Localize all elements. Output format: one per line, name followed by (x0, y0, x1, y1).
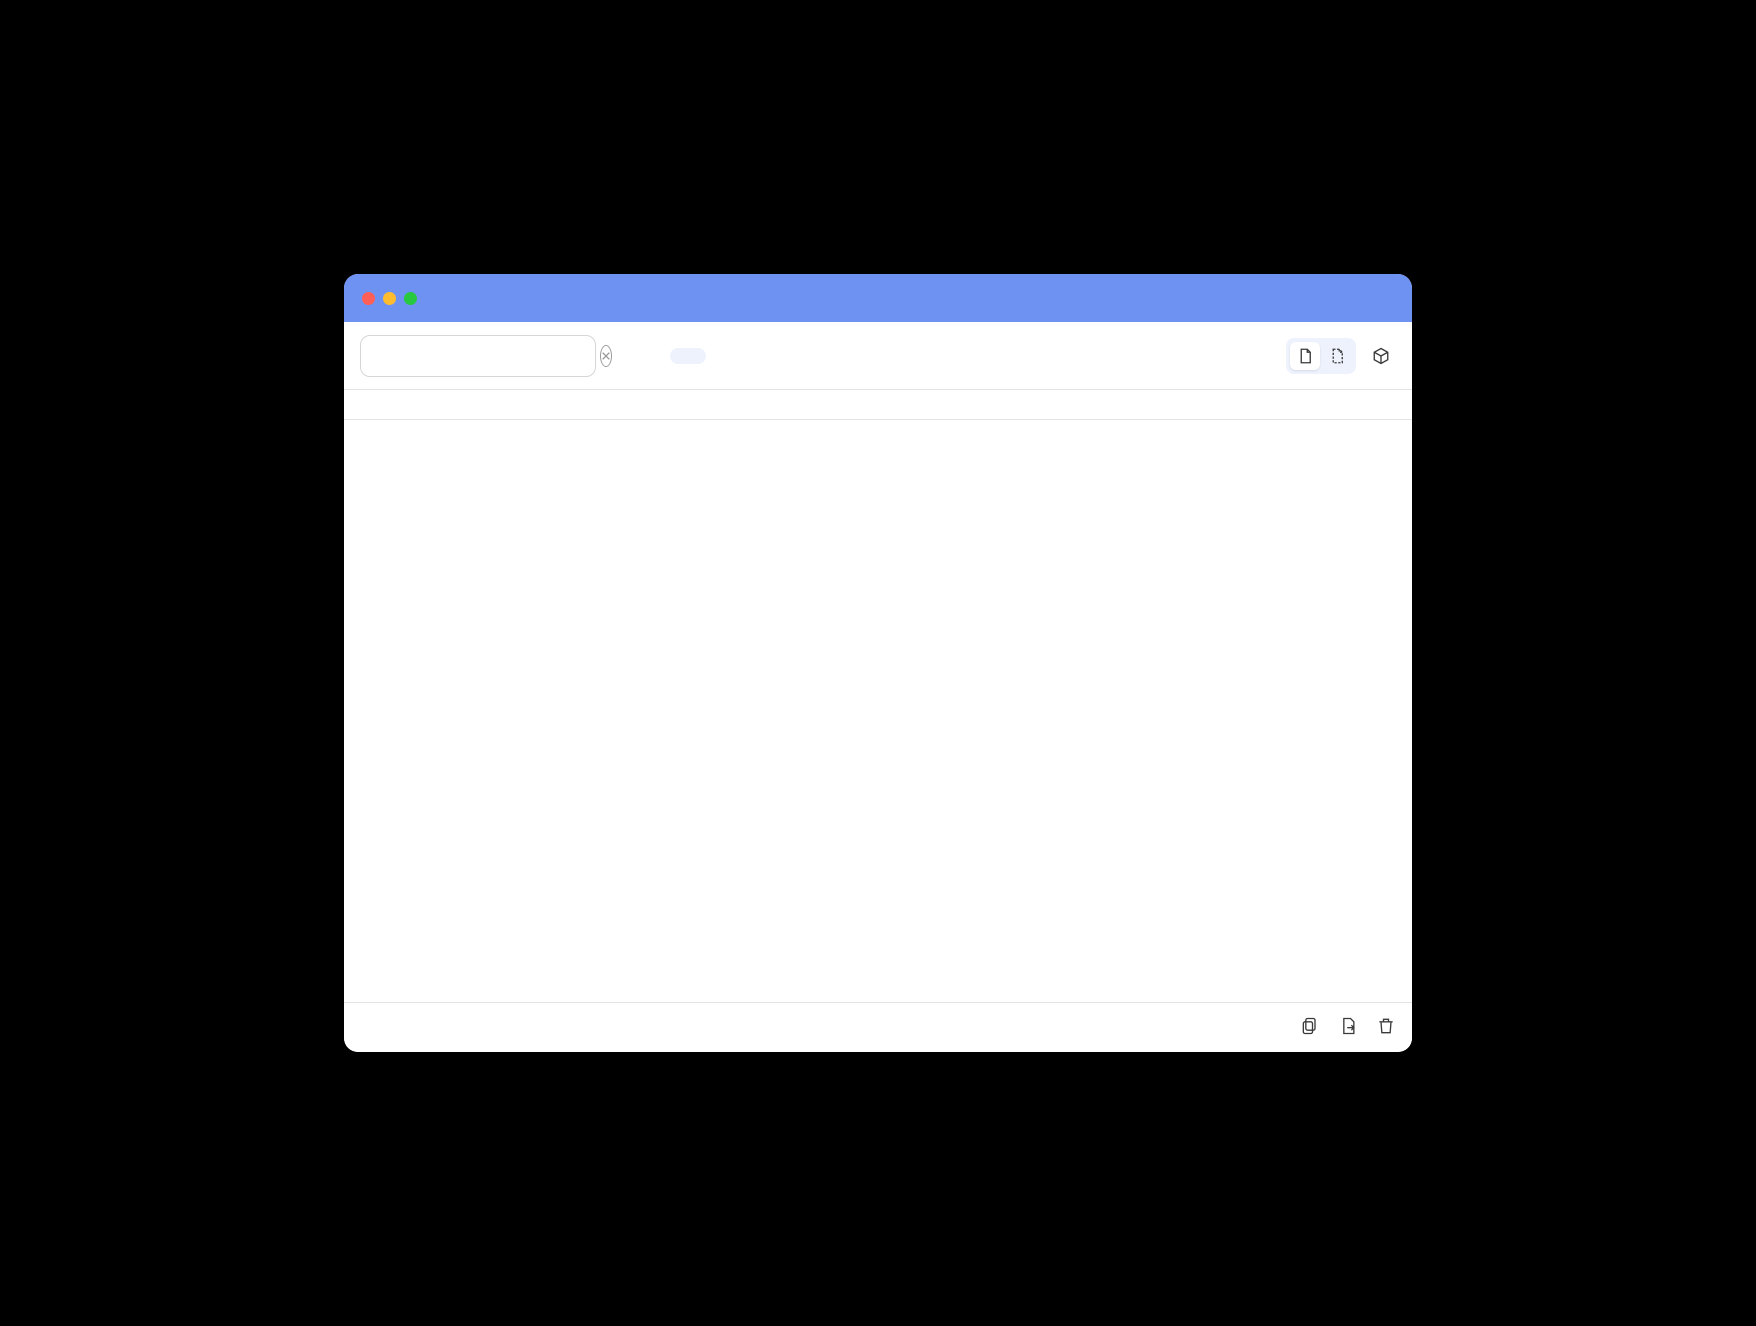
path-actions (1300, 1015, 1396, 1041)
show-visible-button[interactable] (1290, 342, 1320, 370)
scope-tab-user[interactable] (706, 348, 742, 364)
scope-tab-documents[interactable] (742, 348, 778, 364)
clear-search-button[interactable] (600, 345, 612, 367)
packages-button[interactable] (1366, 342, 1396, 370)
results-list (344, 420, 1412, 1002)
minimize-window-button[interactable] (383, 292, 396, 305)
column-header (344, 390, 1412, 420)
scope-tab-volume[interactable] (670, 348, 706, 364)
cube-icon (1372, 347, 1390, 365)
trash-button[interactable] (1376, 1015, 1396, 1041)
visibility-toggle (1286, 338, 1356, 374)
scope-tabs (670, 348, 814, 364)
show-hidden-button[interactable] (1322, 342, 1352, 370)
file-dashed-icon (1328, 347, 1346, 365)
reveal-button[interactable] (1338, 1015, 1358, 1041)
zoom-window-button[interactable] (404, 292, 417, 305)
app-window (344, 274, 1412, 1052)
path-bar (344, 1002, 1412, 1052)
toolbar-right (1276, 338, 1396, 374)
window-controls (362, 292, 417, 305)
x-icon (601, 351, 611, 361)
close-window-button[interactable] (362, 292, 375, 305)
search-field-wrap (360, 335, 596, 377)
copy-button[interactable] (1300, 1015, 1320, 1041)
search-input[interactable] (379, 346, 600, 366)
titlebar (344, 274, 1412, 322)
scope-tab-more[interactable] (778, 348, 814, 364)
file-icon (1296, 347, 1314, 365)
toolbar (344, 322, 1412, 390)
